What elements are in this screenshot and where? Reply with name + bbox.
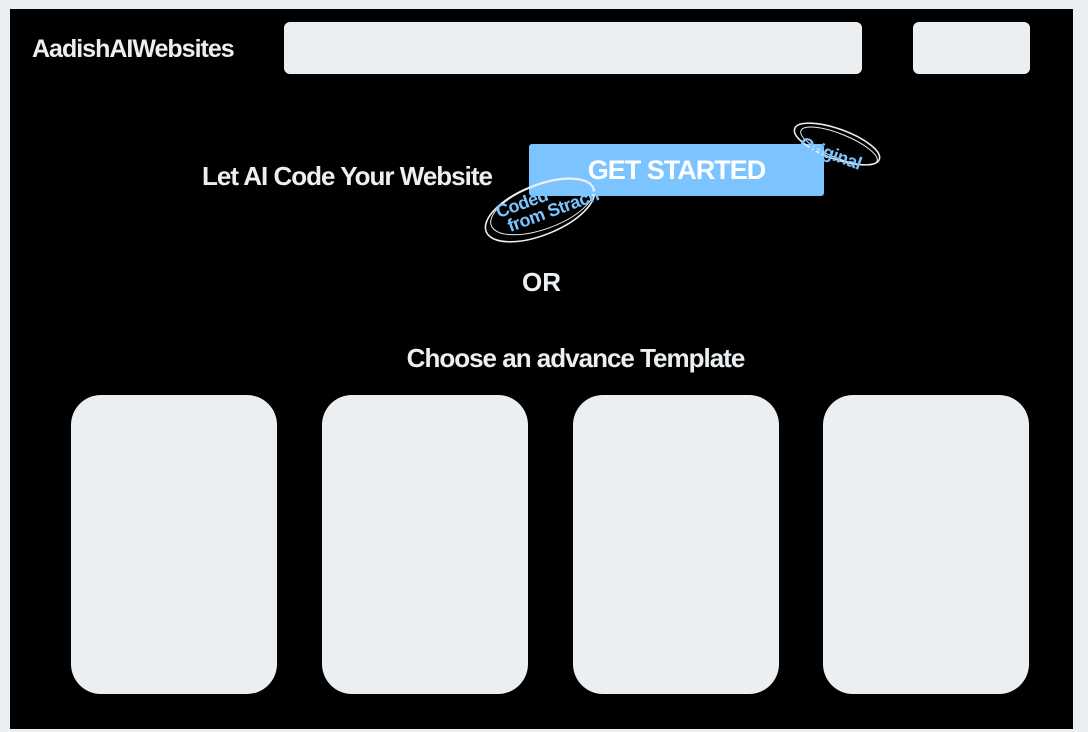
coded-stamp: Coded from Strach [480,169,610,251]
or-divider: OR [522,267,561,297]
template-card[interactable] [71,395,277,694]
search-input[interactable] [284,22,862,74]
hero-headline: Let AI Code Your Website [202,161,493,191]
original-stamp: Original [790,117,886,177]
page-frame: AadishAIWebsites Let AI Code Your Websit… [10,9,1073,729]
template-card[interactable] [322,395,528,694]
header-action-button[interactable] [913,22,1030,74]
template-card[interactable] [823,395,1029,694]
template-card[interactable] [573,395,779,694]
site-logo[interactable]: AadishAIWebsites [32,35,235,64]
templates-heading: Choose an advance Template [406,343,746,373]
